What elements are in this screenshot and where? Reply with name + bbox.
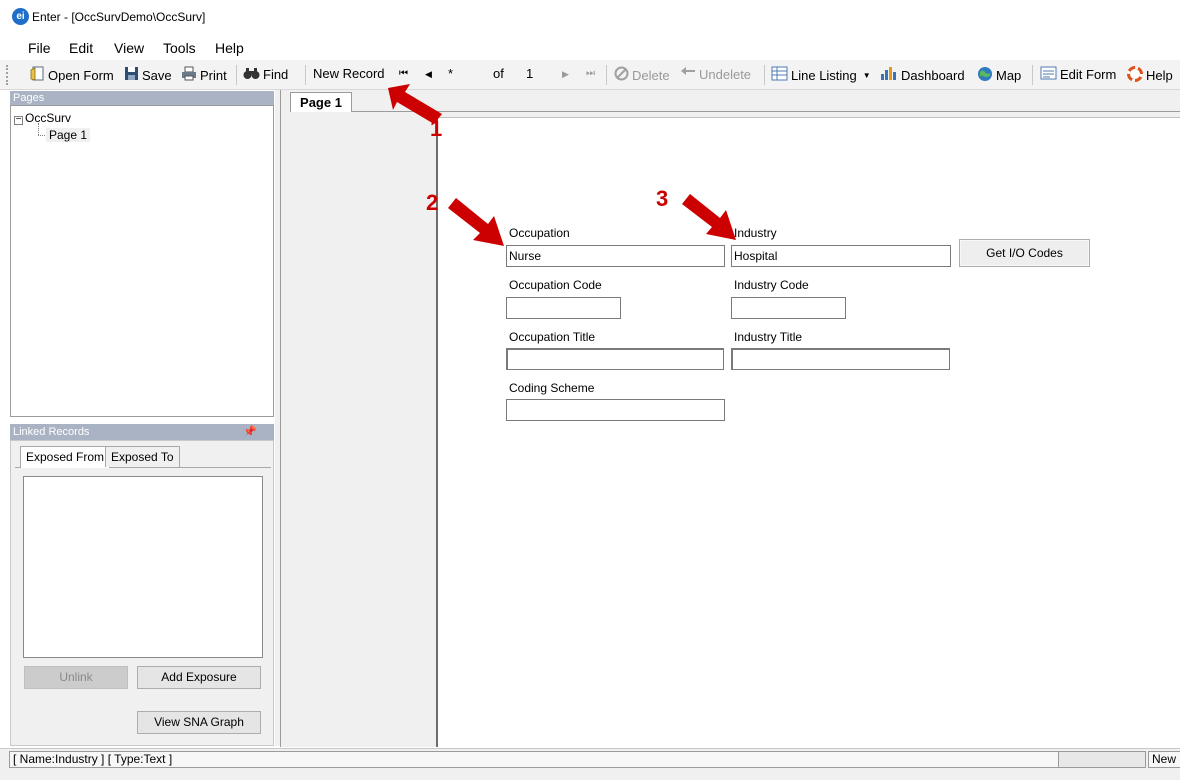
linked-records-list[interactable] [23, 476, 263, 658]
edit-form-button[interactable]: Edit Form [1040, 66, 1116, 83]
annotation-number-2: 2 [426, 190, 439, 215]
print-label: Print [200, 67, 227, 83]
toolbar-separator [606, 65, 607, 85]
find-button[interactable]: Find [243, 66, 288, 83]
toolbar-grip[interactable] [6, 65, 9, 85]
tab-strip-line [350, 111, 1180, 112]
printer-icon [181, 66, 197, 84]
bar-chart-icon [880, 66, 898, 84]
globe-icon [977, 66, 993, 85]
menu-view[interactable]: View [114, 40, 144, 56]
save-button[interactable]: Save [124, 66, 172, 84]
delete-button[interactable]: Delete [614, 66, 670, 84]
table-icon [771, 66, 788, 84]
occupation-code-input[interactable] [506, 297, 621, 319]
coding-scheme-label: Coding Scheme [509, 381, 595, 395]
next-record-icon[interactable]: ▶ [562, 69, 569, 80]
coding-scheme-input[interactable] [506, 399, 725, 421]
open-form-button[interactable]: Open Form [30, 66, 114, 84]
tab-exposed-from[interactable]: Exposed From [20, 446, 111, 468]
undelete-button[interactable]: Undelete [680, 66, 751, 82]
app-icon: ei [12, 8, 29, 25]
tree-root-item[interactable]: − OccSurv [14, 111, 71, 125]
pages-tree [10, 105, 274, 417]
toolbar-separator [764, 65, 765, 85]
dashboard-label: Dashboard [901, 67, 965, 83]
industry-title-input[interactable] [731, 348, 950, 370]
line-listing-button[interactable]: Line Listing ▼ [771, 66, 871, 84]
industry-code-label: Industry Code [734, 278, 809, 292]
industry-title-label: Industry Title [734, 330, 803, 344]
help-label: Help [1146, 68, 1173, 83]
undelete-label: Undelete [699, 66, 752, 82]
tab-exposed-to[interactable]: Exposed To [105, 446, 180, 467]
of-text: of [493, 66, 504, 81]
status-record-mode: New Record [1148, 751, 1180, 768]
toolbar-separator [1032, 65, 1033, 85]
industry-code-input[interactable] [731, 297, 846, 319]
of-label: of [493, 66, 504, 81]
line-listing-label: Line Listing [791, 67, 857, 83]
tree-root-label: OccSurv [25, 111, 72, 125]
occupation-code-label: Occupation Code [509, 278, 602, 292]
last-record-icon[interactable]: ⏭ [586, 68, 595, 79]
menu-file[interactable]: File [28, 40, 51, 56]
occupation-label: Occupation [509, 226, 570, 240]
annotation-arrow-1 [388, 84, 442, 124]
pages-panel-header: Pages [10, 91, 274, 105]
delete-label: Delete [632, 67, 670, 83]
record-total-text: 1 [526, 66, 534, 81]
save-icon [124, 66, 139, 84]
map-button[interactable]: Map [977, 66, 1021, 85]
window-title: Enter - [OccSurvDemo\OccSurv] [32, 10, 206, 24]
annotation-arrow-2 [448, 198, 504, 246]
menu-help[interactable]: Help [215, 40, 244, 56]
tab-page-1[interactable]: Page 1 [290, 92, 352, 112]
status-panel [1058, 751, 1146, 768]
save-label: Save [142, 67, 172, 83]
get-io-codes-button[interactable]: Get I/O Codes [959, 239, 1090, 267]
toolbar-separator [236, 65, 237, 85]
print-button[interactable]: Print [181, 66, 227, 84]
edit-form-label: Edit Form [1060, 67, 1117, 82]
help-button[interactable]: Help [1127, 66, 1173, 85]
tree-item-page-1[interactable]: Page 1 [46, 128, 91, 142]
industry-input[interactable] [731, 245, 951, 267]
linked-records-header: Linked Records [10, 424, 274, 440]
delete-icon [614, 66, 629, 84]
occupation-input[interactable] [506, 245, 725, 267]
menu-tools[interactable]: Tools [163, 40, 196, 56]
form-canvas [436, 117, 1180, 747]
binoculars-icon [243, 66, 260, 83]
toolbar-separator [305, 65, 306, 85]
add-exposure-button[interactable]: Add Exposure [137, 666, 261, 689]
lifebuoy-icon [1127, 66, 1143, 85]
open-form-label: Open Form [48, 67, 114, 83]
tree-connector [38, 123, 39, 135]
collapse-icon[interactable]: − [14, 115, 23, 125]
find-label: Find [263, 67, 289, 82]
open-form-icon [30, 66, 45, 84]
annotation-number-3: 3 [656, 186, 669, 211]
chevron-down-icon[interactable]: ▼ [863, 71, 871, 80]
map-label: Map [996, 68, 1022, 83]
view-sna-graph-button[interactable]: View SNA Graph [137, 711, 261, 734]
annotation-number-1: 1 [430, 116, 443, 141]
menu-edit[interactable]: Edit [69, 40, 93, 56]
occupation-title-input[interactable] [506, 348, 724, 370]
industry-label: Industry [734, 226, 777, 240]
unlink-button[interactable]: Unlink [24, 666, 128, 689]
tree-connector [38, 135, 45, 136]
record-total: 1 [526, 66, 533, 81]
new-record-button[interactable]: New Record [313, 66, 385, 81]
dashboard-button[interactable]: Dashboard [880, 66, 965, 84]
occupation-title-label: Occupation Title [509, 330, 596, 344]
status-field-info: [ Name:Industry ] [ Type:Text ] [9, 751, 1059, 768]
undelete-icon [680, 66, 696, 82]
pin-icon[interactable]: 📌 [243, 424, 257, 440]
new-record-label: New Record [313, 66, 385, 81]
annotation-arrow-3 [682, 194, 736, 240]
form-icon [1040, 66, 1057, 83]
